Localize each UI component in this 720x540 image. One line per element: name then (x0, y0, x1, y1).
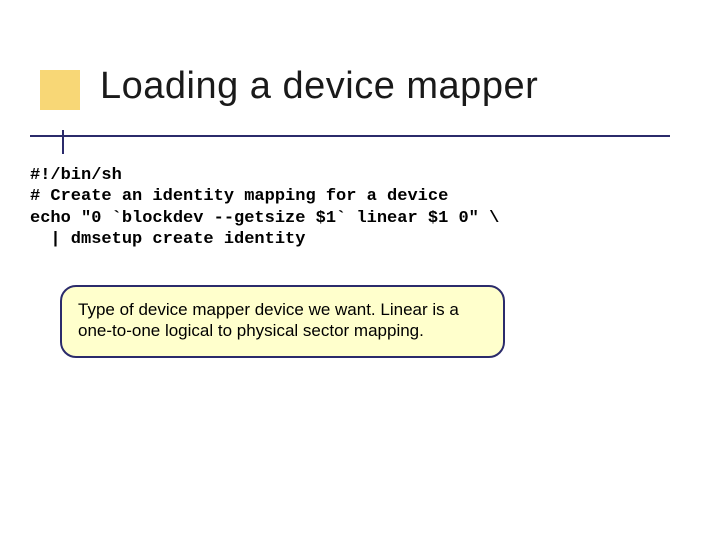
callout-text: Type of device mapper device we want. Li… (78, 300, 459, 340)
code-block: #!/bin/sh # Create an identity mapping f… (30, 165, 499, 250)
page-title: Loading a device mapper (100, 65, 538, 108)
callout-box: Type of device mapper device we want. Li… (60, 285, 505, 358)
slide: Loading a device mapper #!/bin/sh # Crea… (0, 0, 720, 540)
accent-square (40, 70, 80, 110)
code-line-1: #!/bin/sh (30, 166, 122, 185)
code-line-2: # Create an identity mapping for a devic… (30, 187, 448, 206)
title-rule-tick (62, 130, 64, 154)
code-line-3: echo "0 `blockdev --getsize $1` linear $… (30, 209, 499, 228)
title-rule (30, 135, 670, 137)
code-line-4: | dmsetup create identity (30, 230, 305, 249)
